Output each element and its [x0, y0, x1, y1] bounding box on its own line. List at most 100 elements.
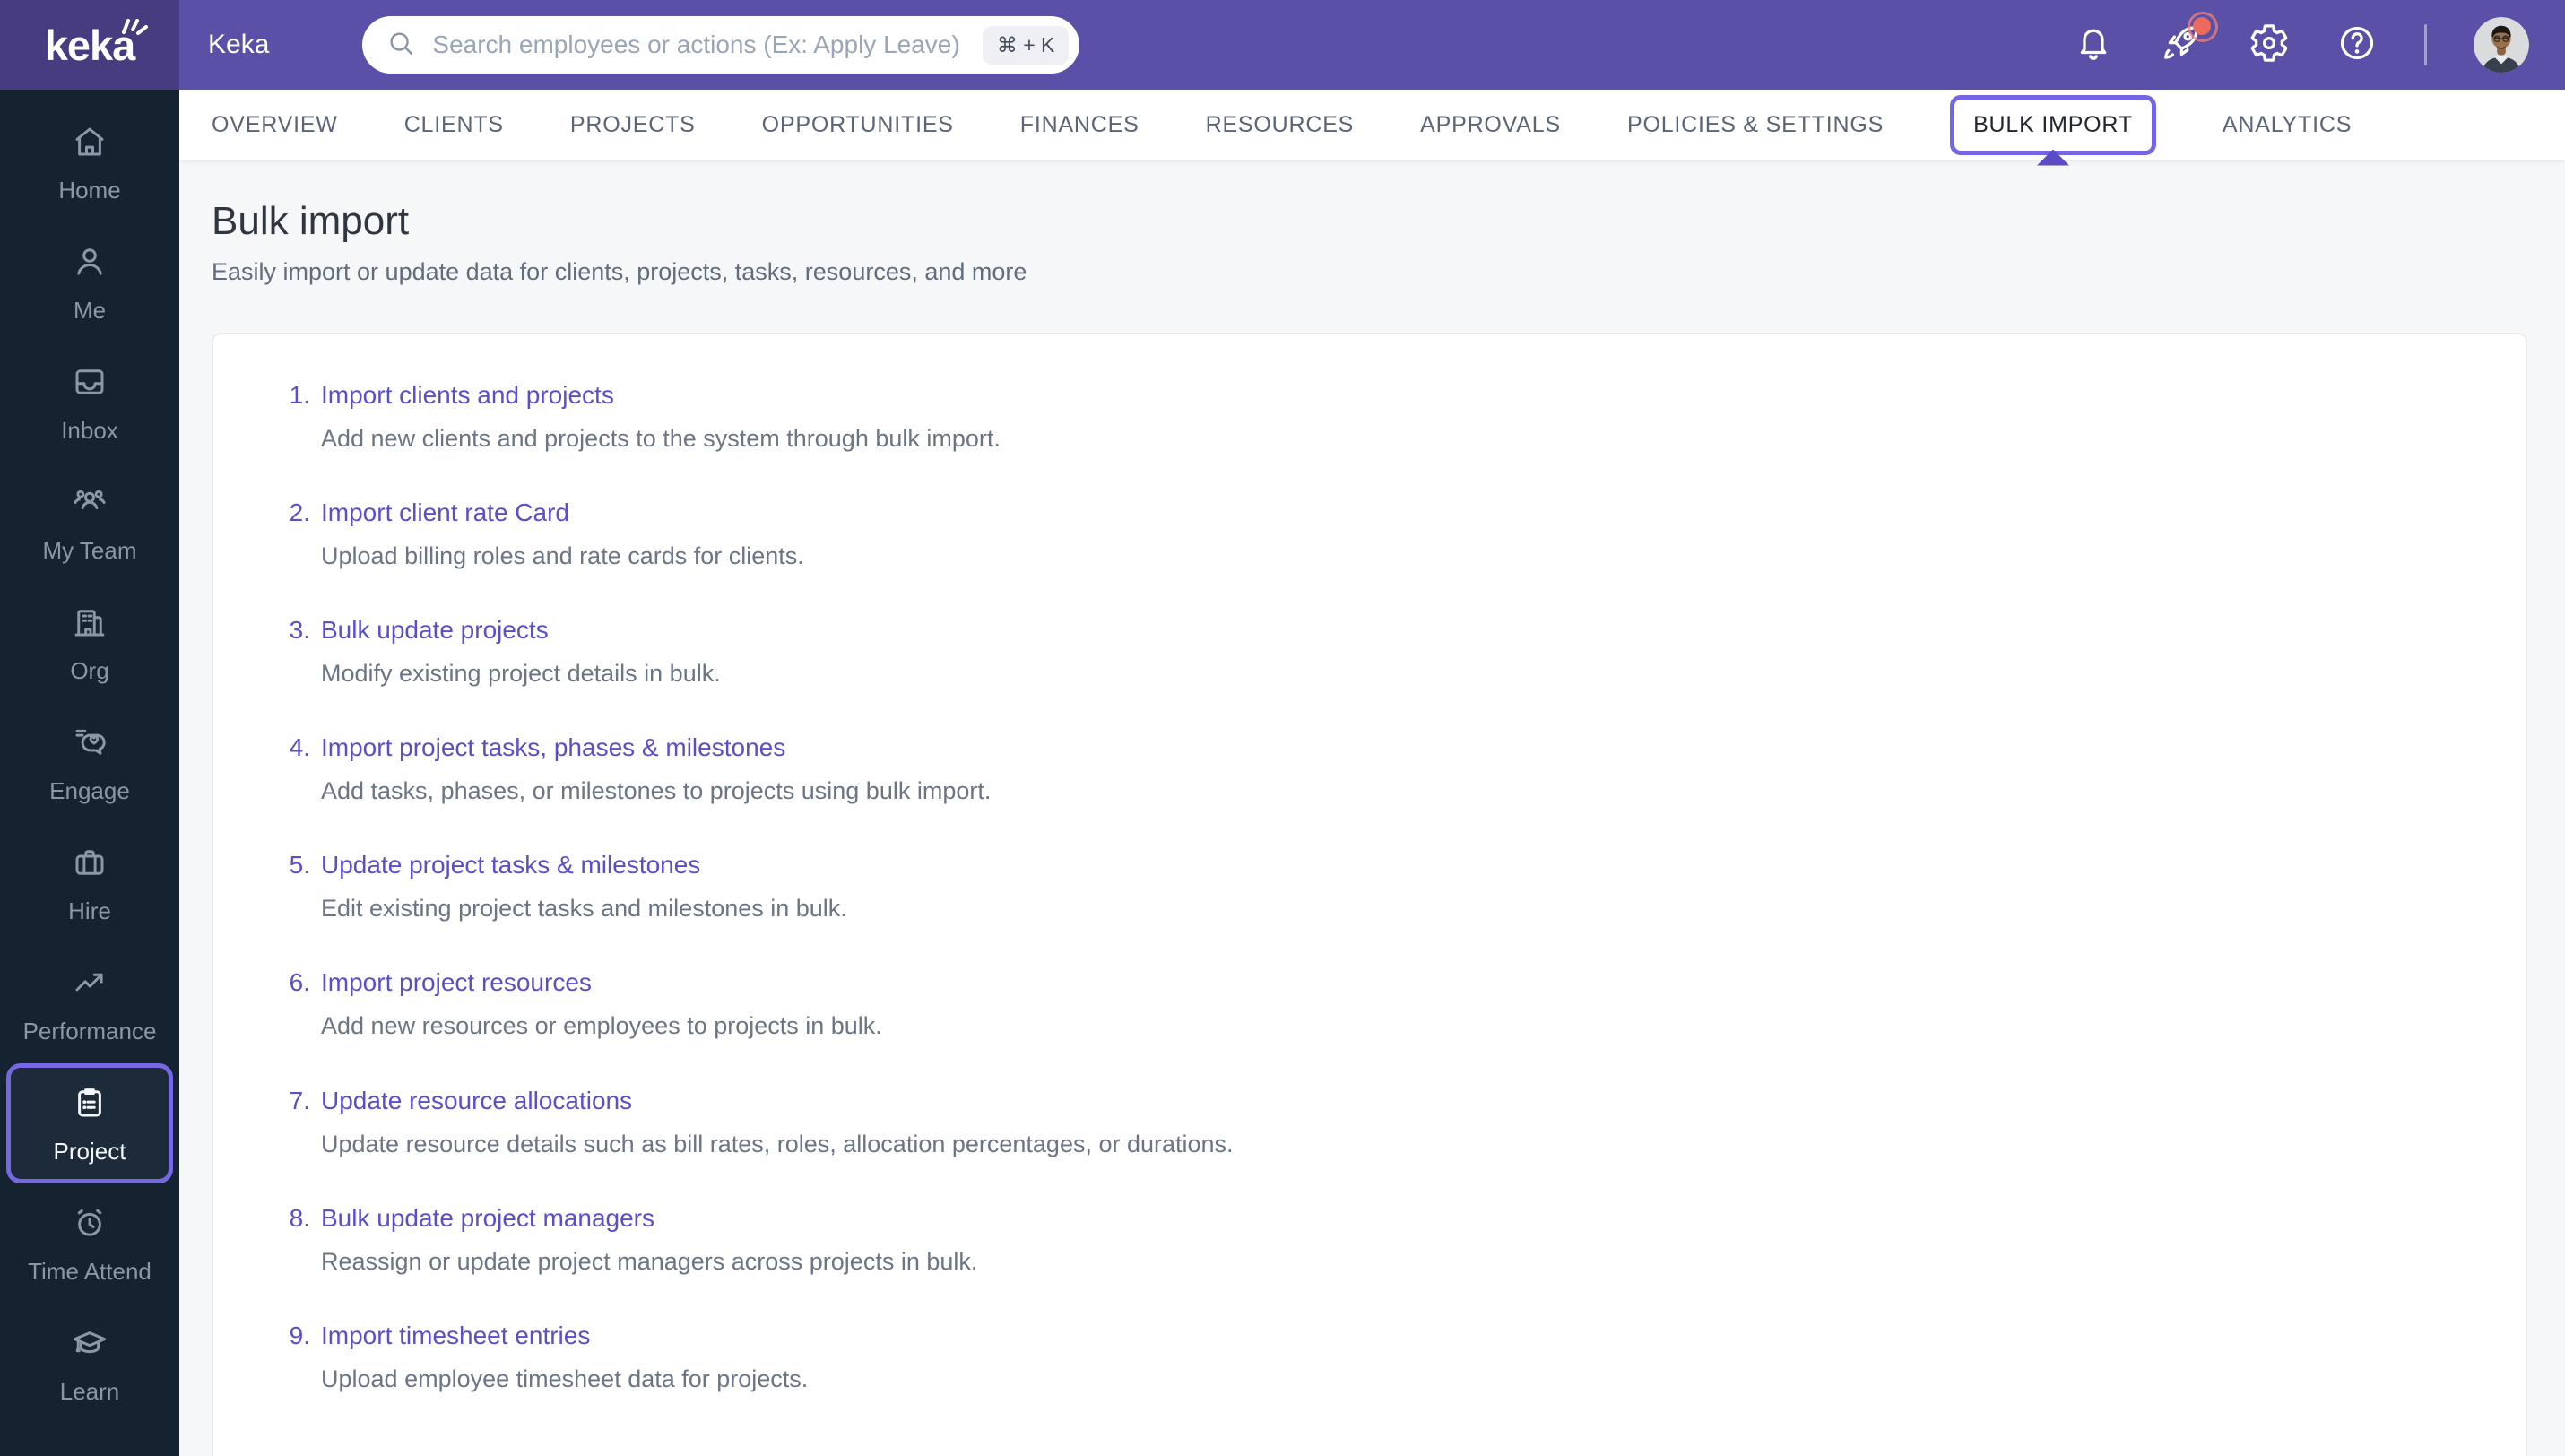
tab-approvals[interactable]: APPROVALS	[1420, 112, 1561, 138]
sidebar-item-label: My Team	[42, 537, 137, 564]
sidebar-item-label: Hire	[68, 897, 111, 924]
clipboard-icon	[71, 1084, 108, 1126]
trend-icon	[71, 964, 108, 1006]
grad-cap-icon	[71, 1324, 108, 1366]
sidebar-item-hire[interactable]: Hire	[0, 823, 179, 943]
tab-finances[interactable]: FINANCES	[1020, 112, 1140, 138]
briefcase-icon	[71, 844, 108, 886]
import-option-number: 9.	[289, 1321, 310, 1349]
global-search[interactable]: ⌘ + K	[362, 16, 1080, 74]
notifications-button[interactable]	[2073, 24, 2114, 65]
import-option-row: 8. Bulk update project managers Reassign…	[269, 1202, 2472, 1278]
keka-logo[interactable]: keka	[0, 0, 179, 90]
tab-analytics[interactable]: ANALYTICS	[2223, 112, 2352, 138]
sidebar-item-label: Time Attend	[28, 1258, 152, 1285]
sidebar-item-project[interactable]: Project	[6, 1063, 173, 1183]
import-option-row: 1. Import clients and projects Add new c…	[269, 379, 2472, 455]
import-option-number: 8.	[289, 1203, 310, 1232]
sidebar-item-label: Org	[70, 657, 109, 684]
topbar-divider	[2424, 24, 2427, 65]
engage-icon	[71, 724, 108, 766]
import-option-number: 4.	[289, 733, 310, 762]
page-subtitle: Easily import or update data for clients…	[212, 258, 1027, 285]
sidebar-nav: Home Me Inbox My Team Org Engage Hire Pe…	[0, 90, 179, 1456]
page-title: Bulk import	[212, 199, 410, 243]
tab-clients[interactable]: CLIENTS	[404, 112, 504, 138]
help-button[interactable]	[2336, 24, 2378, 65]
import-option-link[interactable]: Bulk update project managers	[321, 1202, 654, 1234]
tab-overview[interactable]: OVERVIEW	[212, 112, 338, 138]
import-option-row: 9. Import timesheet entries Upload emplo…	[269, 1320, 2472, 1395]
import-option-link[interactable]: Import project resources	[321, 966, 592, 998]
import-option-number: 2.	[289, 498, 310, 527]
sidebar-item-inbox[interactable]: Inbox	[0, 342, 179, 463]
home-icon	[71, 123, 108, 165]
import-option-row: 7. Update resource allocations Update re…	[269, 1085, 2472, 1160]
tab-projects[interactable]: PROJECTS	[570, 112, 696, 138]
top-bar: keka Keka ⌘ + K	[0, 0, 2565, 90]
search-input[interactable]	[432, 30, 983, 59]
module-tab-bar: OVERVIEW CLIENTS PROJECTS OPPORTUNITIES …	[179, 90, 2565, 166]
building-icon	[71, 603, 108, 646]
import-option-number: 6.	[289, 968, 310, 997]
sidebar-item-label: Home	[58, 177, 121, 204]
team-icon	[71, 483, 108, 525]
import-option-link[interactable]: Update project tasks & milestones	[321, 849, 700, 880]
import-option-number: 7.	[289, 1086, 310, 1114]
import-option-number: 3.	[289, 616, 310, 645]
inbox-icon	[71, 363, 108, 405]
sidebar-item-label: Project	[53, 1138, 126, 1165]
sidebar-item-me[interactable]: Me	[0, 222, 179, 342]
user-icon	[71, 243, 108, 285]
tab-policies-settings[interactable]: POLICIES & SETTINGS	[1627, 112, 1884, 138]
sidebar-item-engage[interactable]: Engage	[0, 703, 179, 823]
clock-icon	[71, 1204, 108, 1246]
bell-icon	[2073, 22, 2114, 68]
import-option-number: 1.	[289, 381, 310, 409]
import-option-link[interactable]: Import client rate Card	[321, 497, 569, 528]
help-icon	[2336, 22, 2378, 68]
import-option-row: 5. Update project tasks & milestones Edi…	[269, 849, 2472, 924]
import-option-description: Edit existing project tasks and mileston…	[321, 895, 847, 923]
import-option-description: Add new resources or employees to projec…	[321, 1012, 882, 1040]
sidebar-item-learn[interactable]: Learn	[0, 1304, 179, 1424]
import-option-description: Modify existing project details in bulk.	[321, 660, 721, 688]
search-icon	[386, 28, 416, 63]
import-option-row: 6. Import project resources Add new reso…	[269, 966, 2472, 1042]
notification-badge-dot	[2188, 12, 2218, 42]
tab-opportunities[interactable]: OPPORTUNITIES	[762, 112, 954, 138]
import-option-link[interactable]: Update resource allocations	[321, 1085, 632, 1116]
import-option-description: Update resource details such as bill rat…	[321, 1130, 1234, 1157]
sidebar-item-label: Learn	[59, 1378, 120, 1405]
import-option-row: 4. Import project tasks, phases & milest…	[269, 732, 2472, 807]
sidebar-item-label: Engage	[49, 777, 130, 804]
import-option-description: Add new clients and projects to the syst…	[321, 425, 1001, 452]
import-option-link[interactable]: Import clients and projects	[321, 379, 614, 411]
tab-resources[interactable]: RESOURCES	[1206, 112, 1355, 138]
sidebar-item-label: Performance	[22, 1018, 157, 1044]
logo-spark-icon	[120, 16, 151, 48]
sidebar-item-time-attend[interactable]: Time Attend	[0, 1183, 179, 1304]
import-option-description: Upload employee timesheet data for proje…	[321, 1365, 809, 1392]
import-option-row: 3. Bulk update projects Modify existing …	[269, 614, 2472, 689]
import-option-description: Add tasks, phases, or milestones to proj…	[321, 777, 992, 805]
bulk-import-card: 1. Import clients and projects Add new c…	[212, 333, 2527, 1456]
import-option-number: 5.	[289, 851, 310, 880]
import-option-link[interactable]: Import timesheet entries	[321, 1320, 590, 1351]
import-option-link[interactable]: Import project tasks, phases & milestone…	[321, 732, 785, 763]
tab-bulk-import[interactable]: BULK IMPORT	[1973, 112, 2133, 138]
tour-caret	[2036, 149, 2069, 166]
settings-button[interactable]	[2249, 22, 2290, 68]
import-option-link[interactable]: Bulk update projects	[321, 614, 549, 646]
topbar-actions	[2073, 12, 2565, 73]
sidebar-item-label: Inbox	[61, 417, 118, 444]
user-avatar[interactable]	[2474, 17, 2529, 73]
sidebar-item-performance[interactable]: Performance	[0, 943, 179, 1063]
sidebar-item-home[interactable]: Home	[0, 102, 179, 222]
gear-icon	[2249, 22, 2290, 68]
sidebar-item-org[interactable]: Org	[0, 583, 179, 703]
sidebar-item-my-team[interactable]: My Team	[0, 463, 179, 583]
import-option-row: 2. Import client rate Card Upload billin…	[269, 497, 2472, 572]
whats-new-button[interactable]	[2161, 12, 2218, 65]
search-shortcut-badge: ⌘ + K	[982, 25, 1070, 65]
